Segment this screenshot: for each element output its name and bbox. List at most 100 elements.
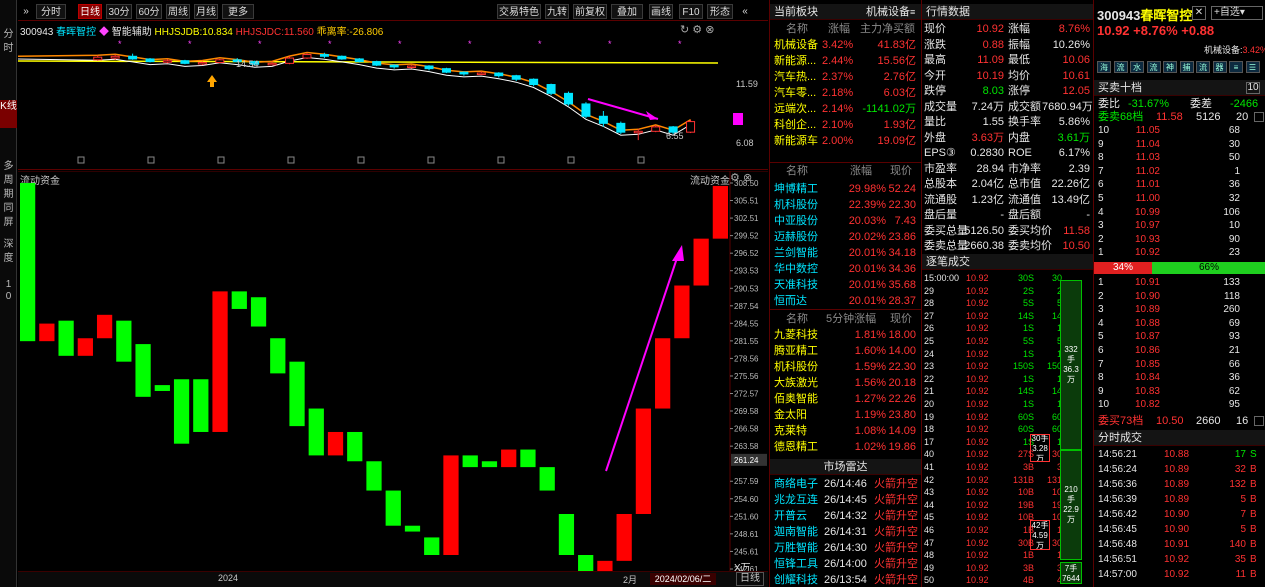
orderbook-count[interactable]: 10 [1246,82,1260,94]
stock-tab[interactable]: 捕 [1179,61,1194,73]
flow-bar [231,291,247,309]
gainer-price: 34.36 [888,263,916,275]
trade-vol: 35 [1234,554,1246,565]
flow-y-label: 257.59 [734,477,759,486]
buy-price: 10.86 [1134,345,1160,356]
sector-row-name: 远端次... [774,103,817,115]
buy-price: 10.91 [1134,277,1160,288]
stock-tab[interactable]: ☰ [1245,61,1260,73]
flow-bar [693,238,709,286]
stock-tab[interactable]: 流 [1146,61,1161,73]
radar-time: 26/14:46 [824,478,867,490]
kline-candle [581,103,591,117]
stock-tab[interactable]: 流 [1113,61,1128,73]
quote-value-left: 1.55 [982,116,1004,128]
quote-value-left: 8.03 [982,85,1004,97]
stock-close-icon[interactable]: ✕ [1192,6,1206,20]
watchlist-dropdown[interactable]: +自选▾ [1211,6,1263,20]
buy-vol: 69 [1228,317,1240,329]
flow-chart[interactable]: 流动资金 流动资金 ⚙ ⊗ 308.50 305.51 302.51 299.52 29… [18,171,768,574]
trade-side: B [1250,569,1257,580]
stock-tab[interactable]: 流 [1196,61,1210,73]
trade-price: 10.88 [1164,449,1190,460]
tick-agg-box: 30手 3.28万 [1030,434,1050,462]
stock-tab[interactable]: 水 [1130,61,1144,73]
quote-value-right: 10.26% [1052,38,1090,51]
flow-y-label: 308.50 [734,179,759,188]
tab-more[interactable]: 更多 [222,4,254,19]
speed-name: 德恩精工 [774,441,818,453]
btn-pattern[interactable]: 形态 [707,4,733,19]
tick-time: 23 [924,361,935,372]
speed-price: 22.30 [888,361,916,373]
btn-f10[interactable]: F10 [679,4,703,19]
tab-monthly[interactable]: 月线 [194,4,218,19]
buy-level: 5 [1098,331,1104,343]
stock-tab[interactable]: 神 [1163,61,1177,73]
tick-vol: 1B [1022,550,1034,561]
gainer-name: 华中数控 [774,263,818,275]
left-tab-multi[interactable]: 多周期同屏 [0,160,17,230]
sell-total-checkbox[interactable] [1254,112,1264,122]
trade-price: 10.92 [1164,569,1190,580]
tick-price: 10.92 [966,525,989,535]
quote-label-right: 涨停 [1008,85,1030,97]
speed-pct: 1.02% [854,441,886,453]
buy-total-checkbox[interactable] [1254,416,1264,426]
radar-signal: 火箭升空 [874,574,918,586]
quote-label-right: 最低 [1008,54,1030,66]
btn-draw[interactable]: 画线 [649,4,673,19]
period-button[interactable]: 日线 [736,572,764,586]
kline-low-label: 6.55 [666,131,684,141]
quote-value-right: 8.76% [1058,23,1090,35]
gainer-pct: 20.01% [848,247,886,259]
tab-60min[interactable]: 60分 [136,4,162,19]
tick-vol: 1S [1022,399,1034,409]
flow-y-label: 296.52 [734,249,759,258]
tick-agg-box: 332手 36.3万 [1060,280,1082,450]
tab-daily[interactable]: 日线 [78,4,102,19]
stock-tab[interactable]: ≡ [1229,61,1243,73]
flow-bar [462,455,478,468]
stock-tab[interactable]: 海 [1097,61,1111,73]
radar-time: 26/13:54 [824,574,867,586]
btn-adjust[interactable]: 前复权 [573,4,607,19]
flow-y-label: 302.51 [734,214,759,223]
tick-vol: 30S [1017,273,1034,283]
sector-dropdown-icon[interactable]: ≡ [910,4,915,20]
tick-time: 45 [924,512,935,523]
tick-time: 21 [924,386,935,397]
weicha-label: 委差 [1190,98,1212,110]
left-tab-kline[interactable]: K线 [0,100,17,128]
left-tab-depth[interactable]: 深度 [0,238,17,266]
flow-bar [712,185,728,239]
kline-candle [529,78,539,86]
btn-trade-feature[interactable]: 交易特色 [497,4,541,19]
sector-row-name: 汽车热... [774,71,817,83]
sector-col-header: 名称 涨幅 主力净买额 [770,22,921,36]
quote-value-left: 11.09 [977,54,1004,66]
sector-header-name[interactable]: 机械设备 [866,4,910,20]
buy-vol: 36 [1228,372,1240,384]
kline-small-box [427,156,435,164]
tick-price: 10.92 [966,411,989,422]
stock-tab[interactable]: 器 [1212,61,1227,73]
tab-30min[interactable]: 30分 [106,4,132,19]
tab-weekly[interactable]: 周线 [166,4,190,19]
expand-icon[interactable]: « [738,4,752,19]
quote-value-right: 7680.94万 [1042,100,1093,113]
sector-row-name: 科创企... [774,119,817,131]
tab-intraday[interactable]: 分时 [36,4,66,19]
btn-overlay[interactable]: 叠加 [611,4,643,19]
sector-row-flow: 41.83亿 [877,39,916,51]
flow-bar [39,323,55,342]
trade-price: 10.92 [1164,554,1190,565]
left-tab-intraday[interactable]: 分时 [0,28,17,56]
collapse-icon[interactable]: » [18,4,34,19]
kline-candle [546,84,556,94]
quote-label-right: 内盘 [1008,131,1030,144]
quote-value-left: 2660.38 [964,240,1004,252]
btn-nine-turn[interactable]: 九转 [545,4,569,19]
kline-chart[interactable]: 300943 春晖智控 ◆ 智能辅助 HHJSJDB:10.834 HHJSJD… [18,20,768,170]
flow-y-label: 278.56 [734,354,759,363]
